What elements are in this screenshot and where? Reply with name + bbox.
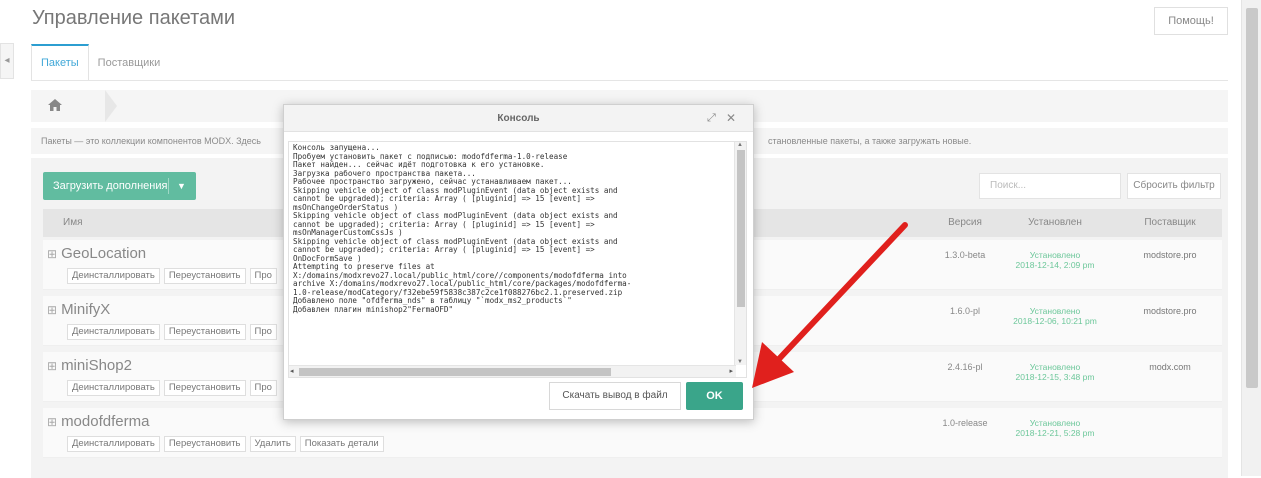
package-vendor: modx.com (1149, 362, 1191, 372)
uninstall-button[interactable]: Деинсталлировать (67, 268, 160, 284)
description-text-left: Пакеты — это коллекции компонентов MODX.… (41, 136, 261, 146)
description-text-right: становленные пакеты, а также загружать н… (768, 136, 972, 146)
sidebar-collapse-handle[interactable]: ◂ (0, 43, 14, 79)
scroll-up-icon: ▲ (737, 142, 743, 148)
column-version[interactable]: Версия (930, 209, 1000, 237)
row-actions: Деинсталлировать Переустановить Удалить … (67, 436, 384, 452)
install-status: Установлено 2018-12-15, 3:48 pm (1015, 362, 1095, 382)
console-horizontal-scrollbar[interactable]: ◂ ▸ (289, 365, 736, 377)
tab-packages[interactable]: Пакеты (31, 44, 89, 80)
search-input[interactable]: Поиск... (979, 173, 1121, 199)
package-name[interactable]: ⊞ GeoLocation (47, 245, 146, 262)
console-line: Добавлен плагин minishop2"FermaOFD" (293, 304, 454, 314)
uninstall-button[interactable]: Деинсталлировать (67, 436, 160, 452)
reset-filter-button[interactable]: Сбросить фильтр (1127, 173, 1221, 199)
scrollbar-thumb[interactable] (1246, 8, 1258, 388)
package-name[interactable]: ⊞ MinifyX (47, 301, 110, 318)
install-status: Установлено 2018-12-21, 5:28 pm (1015, 418, 1095, 438)
dialog-title[interactable]: Консоль (284, 105, 753, 132)
uninstall-button[interactable]: Деинсталлировать (67, 324, 160, 340)
reinstall-button[interactable]: Переустановить (163, 324, 246, 340)
expand-icon: ⊞ (47, 359, 58, 373)
install-status: Установлено 2018-12-06, 10:21 pm (1013, 306, 1097, 326)
scrollbar-thumb[interactable] (737, 150, 745, 307)
reinstall-button[interactable]: Переустановить (163, 436, 246, 452)
expand-icon: ⊞ (47, 247, 58, 261)
package-version: 1.6.0-pl (949, 306, 981, 316)
ok-button[interactable]: OK (686, 382, 743, 410)
package-name[interactable]: ⊞ miniShop2 (47, 357, 132, 374)
download-output-button[interactable]: Скачать вывод в файл (549, 382, 681, 410)
page-title: Управление пакетами (32, 7, 236, 29)
package-version: 1.3.0-beta (944, 250, 986, 260)
scroll-right-icon: ▸ (729, 368, 733, 375)
expand-icon: ⊞ (47, 415, 58, 429)
more-button[interactable]: Про (249, 380, 277, 396)
package-version: 1.0-release (942, 418, 988, 428)
row-actions: Деинсталлировать Переустановить Про (67, 324, 277, 340)
scroll-down-icon: ▼ (737, 359, 743, 365)
row-actions: Деинсталлировать Переустановить Про (67, 268, 277, 284)
console-dialog: Консоль ⤢ ✕ Консоль запущена... Пробуем у… (283, 104, 754, 420)
package-vendor: modstore.pro (1143, 306, 1197, 316)
row-actions: Деинсталлировать Переустановить Про (67, 380, 277, 396)
column-name[interactable]: Имя (63, 209, 82, 237)
chevron-down-icon[interactable]: ▼ (177, 172, 186, 200)
package-version: 2.4.16-pl (947, 362, 983, 372)
more-button[interactable]: Про (249, 268, 277, 284)
expand-icon[interactable]: ⤢ (707, 105, 716, 132)
package-vendor: modstore.pro (1143, 250, 1197, 260)
package-manager-page: ◂ Управление пакетами Помощь! Пакеты Пос… (0, 0, 1241, 478)
home-icon[interactable] (47, 98, 63, 112)
console-log: Консоль запущена... Пробуем установить па… (293, 143, 733, 314)
show-details-button[interactable]: Показать детали (299, 436, 384, 452)
package-name[interactable]: ⊞ modofdferma (47, 413, 149, 430)
split-separator (168, 178, 169, 194)
column-vendor[interactable]: Поставщик (1120, 209, 1220, 237)
more-button[interactable]: Про (249, 324, 277, 340)
breadcrumb-separator (105, 90, 117, 122)
delete-button[interactable]: Удалить (249, 436, 296, 452)
page-vertical-scrollbar[interactable] (1241, 0, 1261, 476)
tabs-divider (31, 80, 1228, 81)
uninstall-button[interactable]: Деинсталлировать (67, 380, 160, 396)
reinstall-button[interactable]: Переустановить (163, 380, 246, 396)
console-vertical-scrollbar[interactable]: ▲ ▼ (734, 142, 746, 365)
expand-icon: ⊞ (47, 303, 58, 317)
help-button[interactable]: Помощь! (1154, 7, 1228, 35)
reinstall-button[interactable]: Переустановить (163, 268, 246, 284)
close-icon[interactable]: ✕ (726, 105, 736, 132)
upload-addons-label: Загрузить дополнения (53, 180, 168, 192)
scrollbar-thumb[interactable] (299, 368, 611, 376)
column-installed[interactable]: Установлен (1000, 209, 1110, 237)
console-output[interactable]: Консоль запущена... Пробуем установить па… (288, 141, 747, 378)
upload-addons-button[interactable]: Загрузить дополнения ▼ (43, 172, 196, 200)
tab-bar: Пакеты Поставщики (31, 44, 169, 80)
scroll-left-icon: ◂ (290, 368, 294, 375)
tab-providers[interactable]: Поставщики (89, 44, 170, 80)
install-status: Установлено 2018-12-14, 2:09 pm (1015, 250, 1095, 270)
